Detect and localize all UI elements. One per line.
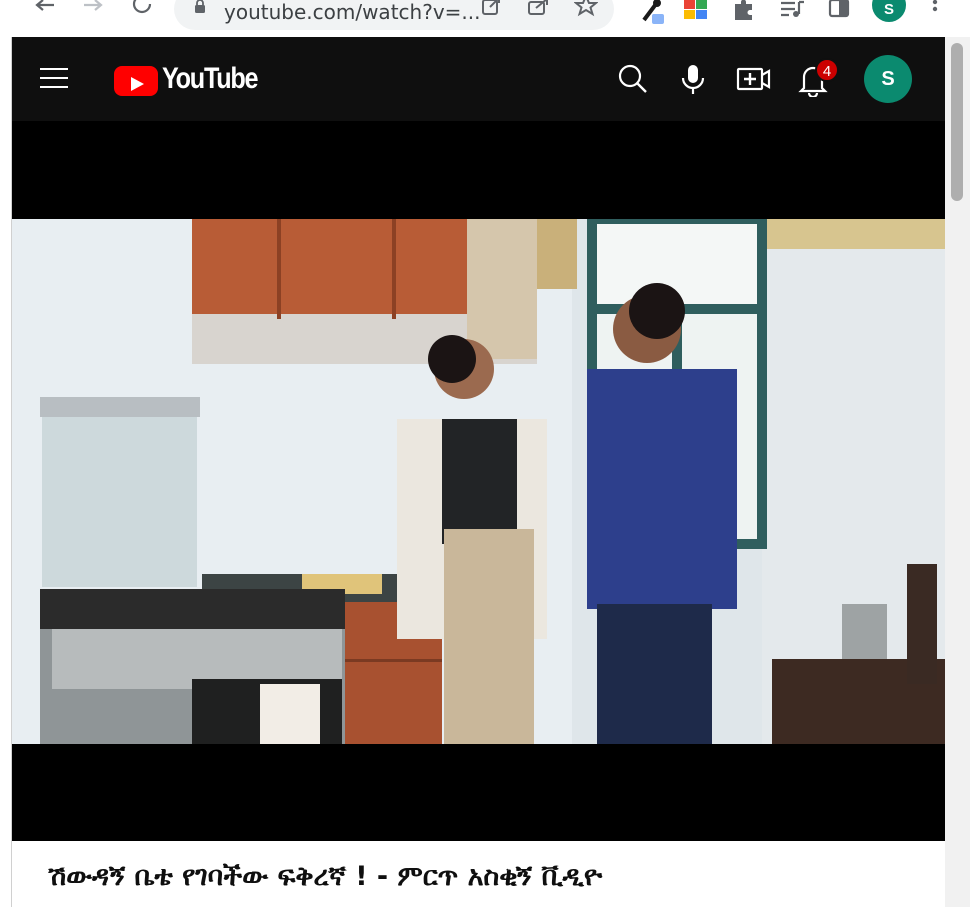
back-arrow-icon[interactable]	[28, 0, 60, 20]
url-text: youtube.com/watch?v=...	[224, 0, 481, 24]
browser-profile-avatar[interactable]: S	[872, 0, 906, 22]
eyedropper-extension-icon[interactable]	[640, 0, 668, 24]
video-scene-kitchen	[12, 219, 945, 744]
video-create-icon[interactable]	[735, 61, 771, 97]
scrollbar-thumb[interactable]	[951, 43, 963, 201]
search-icon[interactable]	[615, 61, 651, 97]
extensions-puzzle-icon[interactable]	[732, 0, 760, 24]
reload-icon[interactable]	[126, 0, 158, 20]
notification-count-badge: 4	[815, 58, 839, 82]
bookmark-star-icon[interactable]	[573, 0, 600, 22]
kebab-menu-icon[interactable]	[925, 0, 945, 20]
window-edge	[0, 37, 12, 907]
microphone-icon[interactable]	[675, 61, 711, 97]
youtube-masthead: YouTube S	[12, 37, 945, 121]
share-icon[interactable]	[526, 0, 552, 22]
lock-icon	[194, 0, 206, 14]
youtube-logo-text: YouTube	[162, 62, 258, 95]
media-controls-icon[interactable]	[779, 0, 807, 24]
youtube-account-avatar[interactable]: S	[864, 55, 912, 103]
video-frame[interactable]	[12, 219, 945, 744]
hamburger-menu-icon[interactable]	[40, 68, 68, 90]
browser-toolbar: youtube.com/watch?v=... S	[0, 0, 970, 37]
page-scrollbar[interactable]	[945, 37, 970, 907]
video-title: ሽውዳኝ ቤቴ የገባችው ፍቅረኛ ! - ምርጥ አስቂኝ ቪዲዮ	[48, 861, 603, 892]
side-panel-icon[interactable]	[828, 0, 856, 24]
address-bar[interactable]: youtube.com/watch?v=...	[174, 0, 614, 30]
video-player[interactable]	[12, 121, 945, 841]
open-in-app-icon[interactable]	[480, 0, 506, 22]
color-extension-icon[interactable]	[683, 0, 711, 24]
forward-arrow-icon[interactable]	[78, 0, 110, 20]
youtube-play-logo-icon	[114, 66, 158, 96]
video-info: ሽውዳኝ ቤቴ የገባችው ፍቅረኛ ! - ምርጥ አስቂኝ ቪዲዮ	[12, 841, 945, 907]
